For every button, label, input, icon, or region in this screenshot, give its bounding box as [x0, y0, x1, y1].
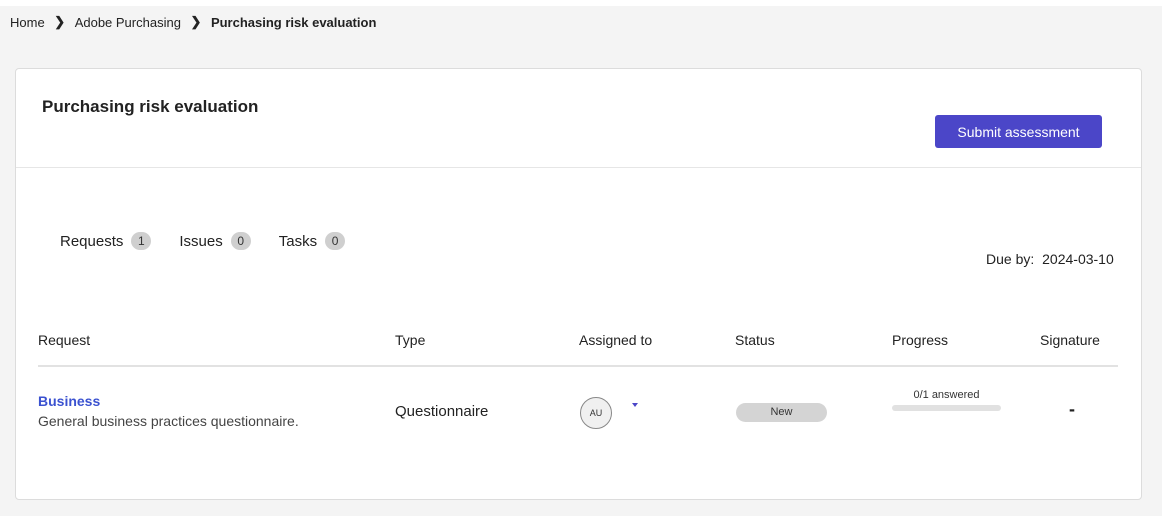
- column-header-type: Type: [395, 332, 426, 348]
- progress-bar: [892, 405, 1001, 411]
- due-date: Due by: 2024-03-10: [986, 251, 1114, 267]
- column-header-assigned-to: Assigned to: [579, 332, 653, 348]
- tab-requests[interactable]: Requests 1: [60, 232, 152, 250]
- tab-bar: Requests 1 Issues 0 Tasks 0: [60, 232, 346, 250]
- table-row: Business General business practices ques…: [38, 389, 1118, 449]
- request-description: General business practices questionnaire…: [38, 413, 299, 429]
- due-label: Due by:: [986, 251, 1035, 267]
- status-badge: New: [736, 403, 827, 422]
- header-rule: [38, 365, 1118, 367]
- tab-tasks[interactable]: Tasks 0: [278, 232, 346, 250]
- column-header-signature: Signature: [1040, 332, 1100, 348]
- column-header-progress: Progress: [892, 332, 949, 348]
- evaluation-card: Purchasing risk evaluation Submit assess…: [15, 68, 1142, 500]
- breadcrumb-adobe-purchasing[interactable]: Adobe Purchasing: [75, 15, 181, 30]
- request-link[interactable]: Business: [38, 393, 100, 409]
- request-type: Questionnaire: [395, 403, 489, 420]
- top-strip: [0, 0, 1162, 6]
- tab-label: Requests: [60, 232, 124, 250]
- chevron-right-icon: ❯: [54, 14, 66, 29]
- breadcrumb: Home ❯ Adobe Purchasing ❯ Purchasing ris…: [10, 14, 376, 30]
- caret-down-icon[interactable]: [632, 403, 638, 407]
- tab-issues[interactable]: Issues 0: [179, 232, 251, 250]
- tab-label: Tasks: [278, 232, 318, 250]
- header-divider: [16, 167, 1141, 168]
- breadcrumb-current: Purchasing risk evaluation: [210, 14, 377, 30]
- signature-value: -: [1069, 399, 1075, 419]
- page-title: Purchasing risk evaluation: [42, 97, 259, 116]
- progress-label: 0/1 answered: [913, 389, 980, 401]
- count-badge: 0: [325, 232, 346, 250]
- tab-label: Issues: [179, 232, 223, 250]
- count-badge: 1: [131, 232, 152, 250]
- count-badge: 0: [230, 232, 251, 250]
- due-value: 2024-03-10: [1042, 251, 1114, 267]
- avatar[interactable]: AU: [580, 397, 612, 429]
- column-header-status: Status: [735, 332, 775, 348]
- submit-assessment-button[interactable]: Submit assessment: [935, 115, 1102, 148]
- chevron-right-icon: ❯: [190, 14, 202, 29]
- column-header-request: Request: [38, 332, 91, 348]
- breadcrumb-home[interactable]: Home: [10, 15, 45, 30]
